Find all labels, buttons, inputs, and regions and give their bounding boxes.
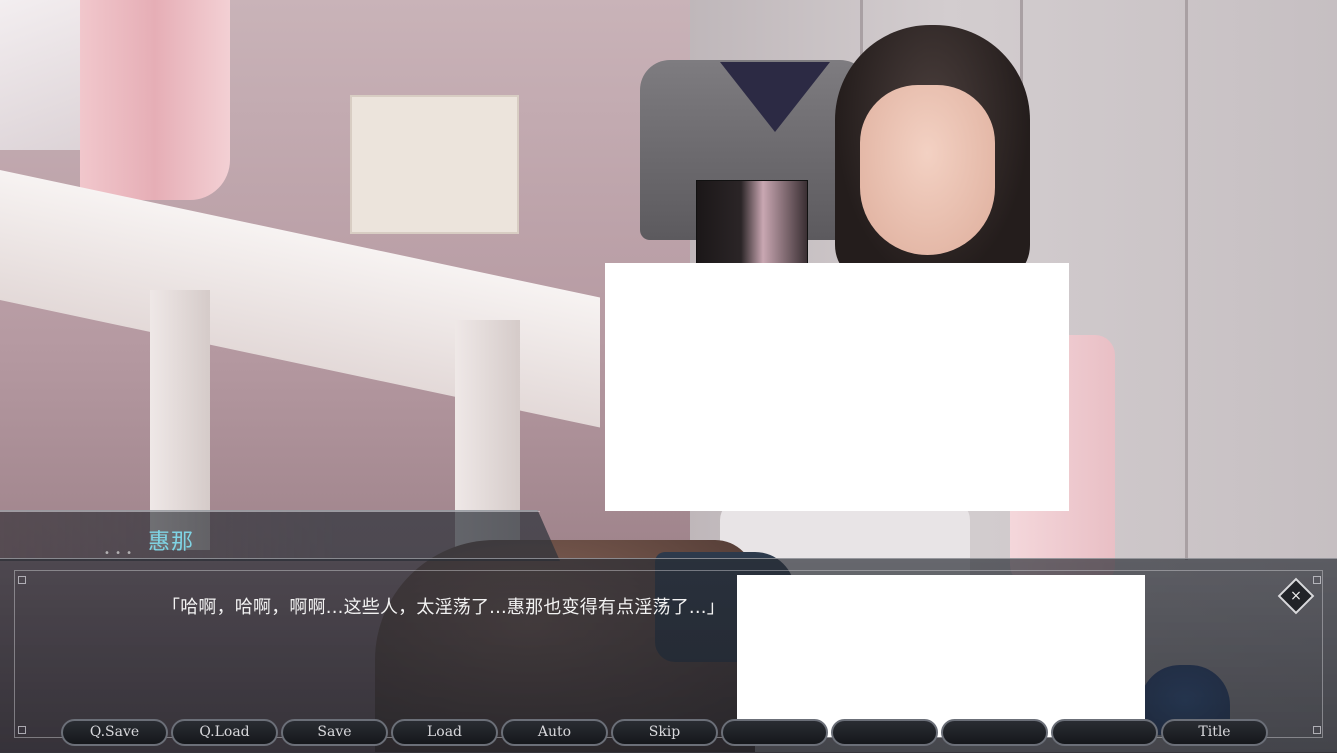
- frame-corner: [1313, 726, 1321, 734]
- quick-menu-button-9[interactable]: [941, 719, 1048, 746]
- save-button[interactable]: Save: [281, 719, 388, 746]
- quick-menu-button-8[interactable]: [831, 719, 938, 746]
- quick-menu-button-10[interactable]: [1051, 719, 1158, 746]
- quick-menu: Q.Save Q.Load Save Load Auto Skip Title: [61, 719, 1268, 747]
- held-book: [696, 180, 808, 267]
- shelf-box: [350, 95, 519, 234]
- frame-corner: [18, 576, 26, 584]
- qload-button[interactable]: Q.Load: [171, 719, 278, 746]
- close-icon: ×: [1290, 588, 1302, 604]
- quick-menu-button-7[interactable]: [721, 719, 828, 746]
- qsave-button[interactable]: Q.Save: [61, 719, 168, 746]
- closet-seam: [1185, 0, 1188, 560]
- speaker-name: 惠那: [148, 530, 195, 555]
- curtain: [80, 0, 230, 200]
- censor-block: [737, 575, 1145, 737]
- dialogue-text: 「哈啊，哈啊，啊啊...这些人，太淫荡了...惠那也变得有点淫荡了...」: [162, 597, 725, 618]
- skip-button[interactable]: Skip: [611, 719, 718, 746]
- frame-corner: [18, 726, 26, 734]
- auto-button[interactable]: Auto: [501, 719, 608, 746]
- nameplate: [0, 510, 560, 561]
- title-button[interactable]: Title: [1161, 719, 1268, 746]
- nameplate-divider: [0, 511, 540, 512]
- character-face: [860, 85, 995, 255]
- frame-corner: [1313, 576, 1321, 584]
- load-button[interactable]: Load: [391, 719, 498, 746]
- censor-block: [605, 263, 1069, 511]
